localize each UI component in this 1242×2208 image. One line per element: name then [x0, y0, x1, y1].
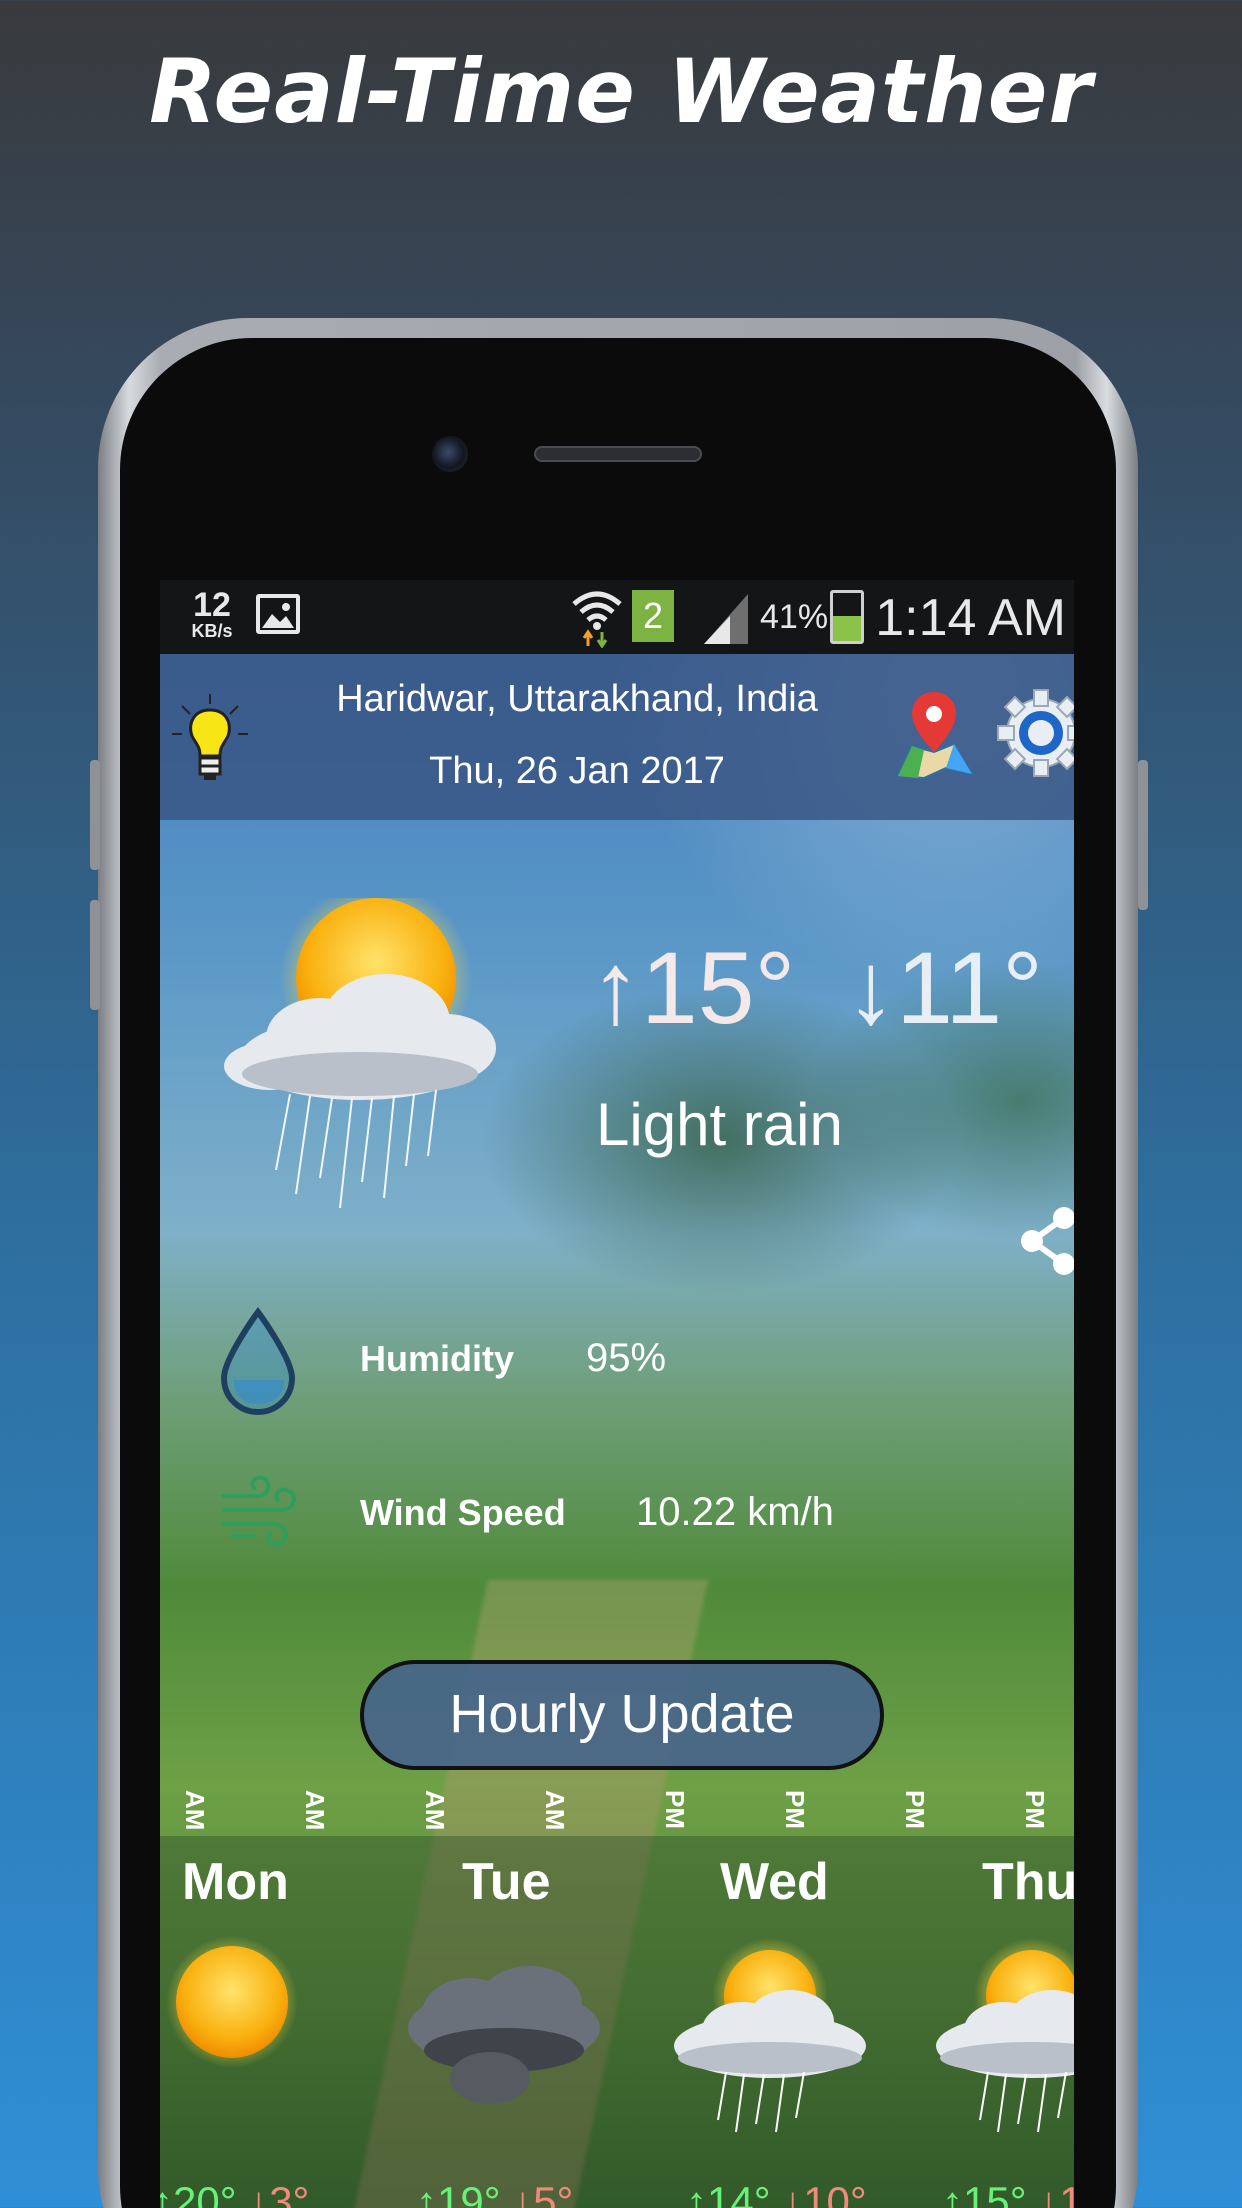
forecast-day-tue[interactable]: Tue [462, 1852, 551, 1912]
forecast-low: ↓1 [1038, 2178, 1074, 2208]
network-speed: 12 KB/s [182, 588, 242, 640]
forecast-temps-tue: ↑19° ↓5° [416, 2178, 573, 2208]
hour-tick: AM [300, 1790, 330, 1831]
forecast-high: ↑19° [416, 2178, 501, 2208]
hour-tick: PM [900, 1790, 930, 1829]
battery-icon [830, 590, 864, 644]
weather-condition: Light rain [596, 1091, 843, 1158]
signal-icon [704, 594, 748, 644]
app-screen: 12 KB/s 2 41% 1:14 AM Haridwar, Uttarakh… [160, 580, 1074, 2208]
battery-percent: 41% [760, 598, 829, 636]
humidity-value: 95% [586, 1336, 667, 1380]
hour-tick: AM [180, 1790, 210, 1831]
forecast-temps-mon: ↑20° ↓3° [160, 2178, 309, 2208]
location-header: Haridwar, Uttarakhand, India Thu, 26 Jan… [160, 654, 1074, 820]
wind-icon [222, 1475, 296, 1547]
sun-rain-cloud-icon [224, 898, 496, 1209]
map-pin-icon[interactable] [894, 688, 976, 780]
promo-title: Real-Time Weather [149, 40, 1093, 143]
hour-tick: PM [780, 1790, 810, 1829]
share-icon[interactable] [1018, 1204, 1074, 1278]
wind-speed-label: Wind Speed [360, 1492, 566, 1533]
forecast-temps-wed: ↑14° ↓10° [686, 2178, 867, 2208]
hour-tick: AM [540, 1790, 570, 1831]
network-speed-value: 12 [193, 586, 231, 624]
phone-side-button [1138, 760, 1148, 910]
storm-cloud-icon [408, 1966, 600, 2104]
sunny-icon [166, 1936, 298, 2068]
temp-high: ↑15° [590, 931, 796, 1045]
status-time: 1:14 AM [875, 589, 1066, 647]
status-bar: 12 KB/s 2 41% 1:14 AM [160, 580, 1074, 654]
wifi-icon [572, 591, 622, 648]
sun-rain-icon [674, 1938, 866, 2133]
wind-speed-value: 10.22 km/h [636, 1490, 834, 1534]
forecast-high: ↑15° [942, 2178, 1027, 2208]
settings-gear-icon[interactable] [996, 688, 1074, 778]
forecast-low: ↓3° [248, 2178, 310, 2208]
forecast-day-wed[interactable]: Wed [720, 1852, 829, 1912]
hourly-time-strip[interactable]: AM AM AM AM PM PM PM PM [160, 1790, 1074, 1836]
hour-tick: PM [660, 1790, 690, 1829]
hourly-update-button[interactable]: Hourly Update [360, 1660, 884, 1770]
phone-volume-button [90, 900, 100, 1010]
phone-volume-button [90, 760, 100, 870]
forecast-low: ↓10° [782, 2178, 867, 2208]
network-speed-unit: KB/s [191, 621, 233, 641]
forecast-day-thu[interactable]: Thu [982, 1852, 1074, 1912]
hour-tick: PM [1020, 1790, 1050, 1829]
humidity-drop-icon [220, 1306, 296, 1416]
gallery-notification-icon [256, 594, 300, 634]
earpiece-speaker [534, 446, 702, 462]
temp-low: ↓11° [845, 931, 1043, 1045]
front-camera [432, 436, 468, 472]
forecast-low: ↓5° [512, 2178, 574, 2208]
sim-slot-badge: 2 [632, 590, 674, 642]
forecast-day-mon[interactable]: Mon [182, 1852, 289, 1912]
forecast-high: ↑20° [160, 2178, 237, 2208]
hour-tick: AM [420, 1790, 450, 1831]
sun-rain-icon [936, 1938, 1074, 2133]
daily-forecast: Mon Tue Wed Thu ↑20° ↓3° ↑19° ↓5° ↑14° ↓… [160, 1836, 1074, 2208]
humidity-label: Humidity [360, 1338, 515, 1379]
current-temperature: ↑15° ↓11° [590, 930, 1043, 1047]
forecast-temps-thu: ↑15° ↓1 [942, 2178, 1074, 2208]
forecast-high: ↑14° [686, 2178, 771, 2208]
